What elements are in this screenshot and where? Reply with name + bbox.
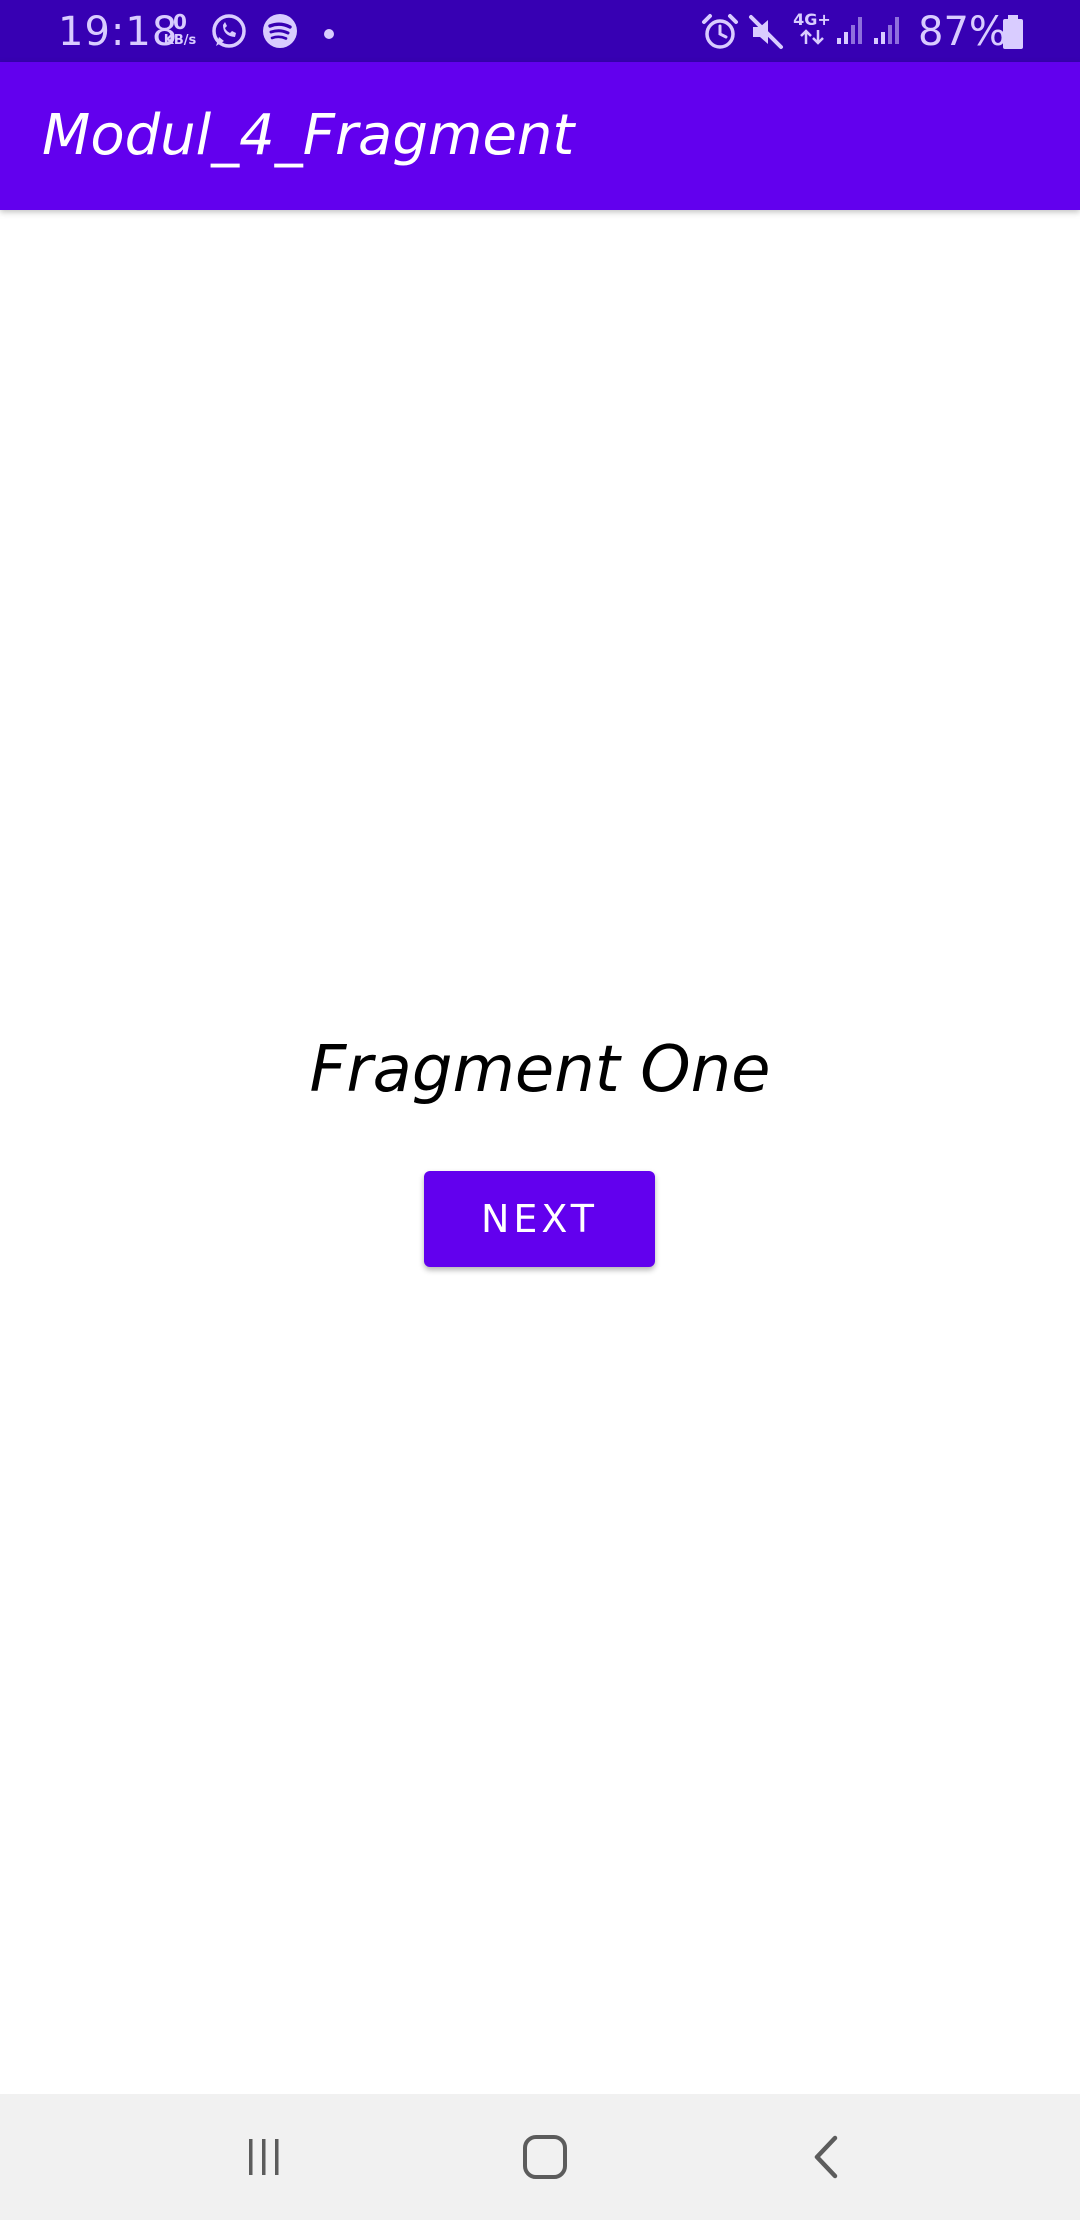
network-type-label: 4G+ bbox=[793, 10, 831, 29]
home-button[interactable] bbox=[465, 2094, 625, 2220]
back-button[interactable] bbox=[747, 2094, 907, 2220]
dot-icon bbox=[323, 25, 335, 44]
status-bar: 19:18 0 KB/s 4G+ 87% bbox=[0, 0, 1080, 62]
navigation-bar bbox=[0, 2094, 1080, 2220]
network-speed-value: 0 bbox=[173, 10, 187, 34]
signal-icon-sim2 bbox=[872, 14, 904, 50]
battery-icon bbox=[1000, 14, 1026, 54]
whatsapp-icon bbox=[210, 12, 248, 54]
recent-apps-button[interactable] bbox=[184, 2094, 344, 2220]
status-time: 19:18 bbox=[58, 9, 179, 55]
recent-apps-icon bbox=[249, 2139, 279, 2175]
next-button[interactable]: NEXT bbox=[424, 1171, 655, 1267]
network-speed: 0 KB/s bbox=[162, 12, 198, 47]
spotify-icon bbox=[261, 12, 299, 54]
battery-percent: 87% bbox=[918, 9, 1007, 55]
data-arrows-icon bbox=[800, 29, 824, 45]
home-icon bbox=[523, 2135, 567, 2179]
app-bar: Modul_4_Fragment bbox=[0, 62, 1080, 210]
app-title: Modul_4_Fragment bbox=[42, 103, 575, 168]
network-type: 4G+ bbox=[792, 12, 832, 49]
screen: 19:18 0 KB/s 4G+ 87% Modul_4_Fragment Fr… bbox=[0, 0, 1080, 2220]
signal-icon bbox=[835, 14, 867, 50]
alarm-icon bbox=[700, 12, 740, 56]
network-speed-unit: KB/s bbox=[163, 33, 197, 48]
mute-icon bbox=[746, 12, 786, 56]
fragment-label: Fragment One bbox=[309, 1033, 771, 1107]
back-icon bbox=[814, 2135, 838, 2179]
